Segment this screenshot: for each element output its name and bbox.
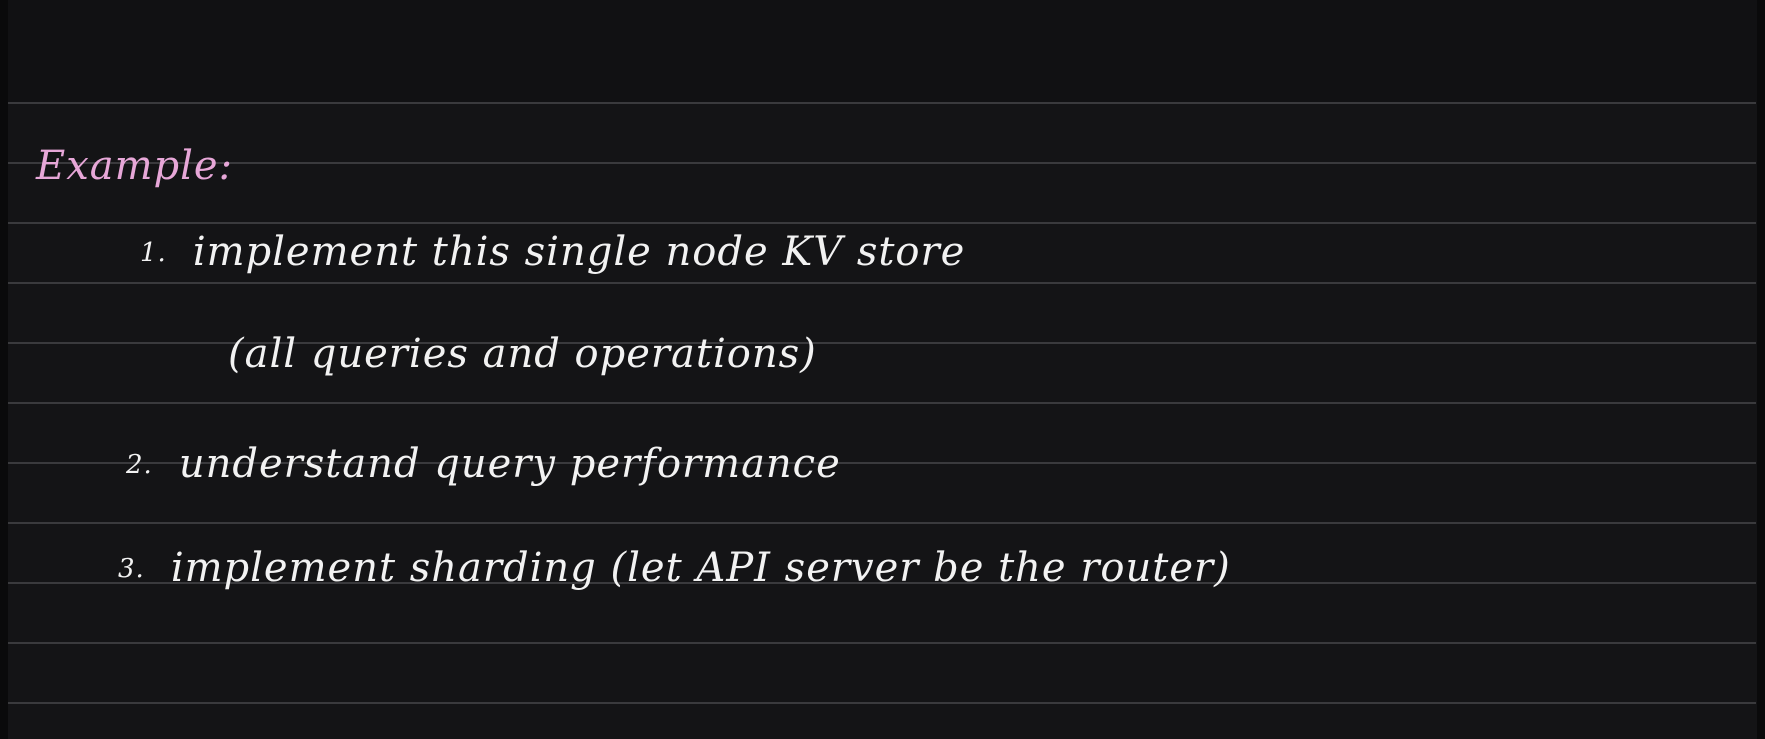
list-item-2: 2. understand query performance (126, 444, 841, 484)
ruled-line (8, 642, 1756, 644)
ruled-line (8, 522, 1756, 524)
ruled-line (8, 162, 1756, 164)
page-top-band (0, 0, 1765, 104)
ruled-line (8, 402, 1756, 404)
ruled-line (8, 102, 1756, 104)
list-item-number: 3. (118, 554, 145, 584)
notebook-page: Example: 1. implement this single node KV… (0, 0, 1765, 739)
list-item-1: 1. implement this single node KV store (140, 232, 965, 272)
example-heading: Example: (36, 143, 234, 189)
list-item-number: 2. (126, 450, 153, 480)
list-item-3: 3. implement sharding (let API server be … (118, 548, 1231, 588)
list-item-number: 1. (140, 238, 167, 268)
list-item-text: implement sharding (let API server be th… (170, 545, 1231, 591)
list-item-1-continuation: (all queries and operations) (228, 334, 817, 374)
list-item-text: (all queries and operations) (228, 331, 817, 377)
ruled-line (8, 282, 1756, 284)
list-item-text: implement this single node KV store (192, 229, 966, 275)
page-edge-right (1757, 0, 1765, 739)
list-item-text: understand query performance (178, 441, 841, 487)
page-edge-left (0, 0, 8, 739)
ruled-line (8, 222, 1756, 224)
ruled-line (8, 702, 1756, 704)
